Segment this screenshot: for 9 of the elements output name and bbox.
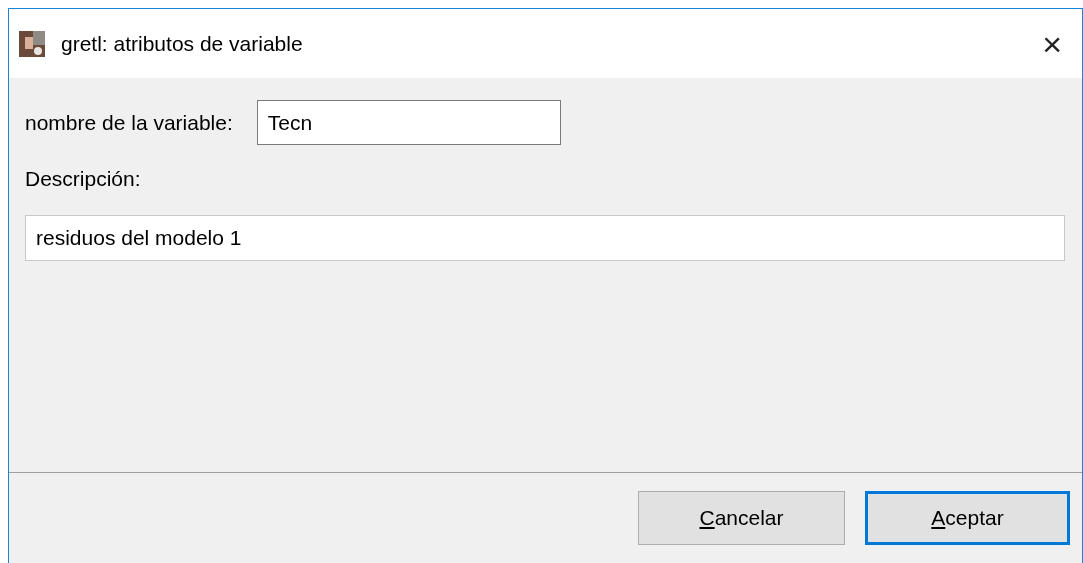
close-button[interactable]: ×: [1042, 26, 1062, 61]
field-label: Descripción:: [25, 166, 141, 192]
field-label: nombre de la variable:: [25, 109, 233, 136]
window-title: gretl: atributos de variable: [61, 30, 303, 57]
input-field[interactable]: Tecn: [256, 100, 561, 145]
dialog-button[interactable]: Aceptar: [865, 491, 1070, 545]
input-field[interactable]: residuos del modelo 1: [25, 214, 1065, 261]
dialog-button[interactable]: Cancelar: [638, 491, 845, 545]
app-icon: [19, 30, 45, 57]
